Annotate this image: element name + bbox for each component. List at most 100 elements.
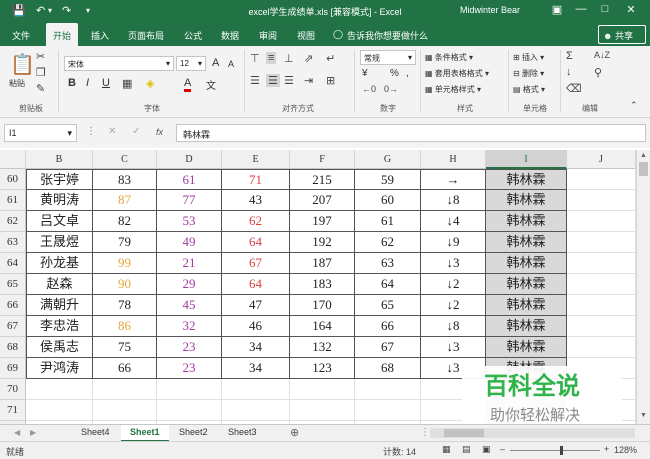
empty-cell[interactable]	[290, 379, 355, 400]
cell-f[interactable]: 132	[290, 337, 355, 358]
empty-cell[interactable]	[222, 379, 290, 400]
row-header[interactable]: 65	[0, 274, 26, 295]
align-top-icon[interactable]: ⊤	[250, 52, 260, 65]
cell-c[interactable]: 99	[93, 253, 157, 274]
horizontal-scrollbar-thumb[interactable]	[444, 429, 484, 437]
row-header[interactable]: 60	[0, 169, 26, 190]
cell-e[interactable]: 34	[222, 358, 290, 379]
find-icon[interactable]: ⚲	[594, 66, 602, 79]
cell-g[interactable]: 67	[355, 337, 421, 358]
column-header-i[interactable]: I	[486, 150, 567, 169]
cancel-icon[interactable]: ✕	[108, 126, 116, 137]
cell-h[interactable]: ↓8	[421, 190, 486, 211]
wrap-text-icon[interactable]: ↵	[326, 52, 335, 65]
select-all-corner[interactable]	[0, 150, 26, 169]
normal-view-icon[interactable]: ▦	[442, 444, 451, 455]
cell-c[interactable]: 79	[93, 232, 157, 253]
cell-e[interactable]: 64	[222, 274, 290, 295]
cell-i[interactable]: 韩林霖	[486, 337, 567, 358]
decrease-decimal-icon[interactable]: 0→	[384, 84, 398, 94]
cell-h[interactable]: ↓3	[421, 337, 486, 358]
maximize-icon[interactable]: □	[594, 3, 616, 15]
column-header-h[interactable]: H	[421, 150, 486, 169]
zoom-out-icon[interactable]: –	[500, 444, 505, 454]
cell-j[interactable]	[567, 316, 636, 337]
enter-icon[interactable]: ✓	[132, 126, 140, 137]
align-right-icon[interactable]: ☰	[284, 74, 294, 87]
collapse-ribbon-icon[interactable]: ⌃	[630, 100, 638, 111]
cell-f[interactable]: 164	[290, 316, 355, 337]
cell-c[interactable]: 87	[93, 190, 157, 211]
cell-f[interactable]: 215	[290, 169, 355, 190]
indent-icon[interactable]: ⇥	[304, 74, 313, 87]
insert-function-icon[interactable]: fx	[156, 127, 163, 137]
cell-e[interactable]: 64	[222, 232, 290, 253]
cell-d[interactable]: 61	[157, 169, 222, 190]
cell-c[interactable]: 83	[93, 169, 157, 190]
column-header-e[interactable]: E	[222, 150, 290, 169]
horizontal-scrollbar[interactable]	[430, 428, 635, 438]
cell-styles-button[interactable]: ▦ 单元格样式 ▾	[425, 84, 481, 95]
cell-e[interactable]: 46	[222, 316, 290, 337]
cell-d[interactable]: 77	[157, 190, 222, 211]
column-header-g[interactable]: G	[355, 150, 421, 169]
align-center-icon[interactable]: ☰	[266, 74, 280, 87]
delete-cells-button[interactable]: ⊟ 删除 ▾	[513, 68, 544, 79]
cell-j[interactable]	[567, 211, 636, 232]
page-layout-view-icon[interactable]: ▤	[462, 444, 471, 455]
cell-g[interactable]: 65	[355, 295, 421, 316]
cell-g[interactable]: 59	[355, 169, 421, 190]
empty-cell[interactable]	[290, 400, 355, 421]
empty-cell[interactable]	[222, 400, 290, 421]
percent-button[interactable]: %	[390, 68, 399, 79]
row-header[interactable]: 62	[0, 211, 26, 232]
sheet-tab-sheet1[interactable]: Sheet1	[121, 425, 169, 442]
tell-me-search[interactable]: 告诉我你想要做什么	[347, 29, 428, 42]
align-bottom-icon[interactable]: ⊥	[284, 52, 294, 65]
cell-b[interactable]: 尹鸿涛	[26, 358, 93, 379]
insert-cells-button[interactable]: ⊞ 插入 ▾	[513, 52, 544, 63]
scroll-down-icon[interactable]: ▼	[640, 412, 647, 419]
tab-page-layout[interactable]: 页面布局	[128, 29, 164, 42]
cell-i[interactable]: 韩林霖	[486, 274, 567, 295]
empty-cell[interactable]	[93, 400, 157, 421]
prev-sheet-icon[interactable]: ◀	[14, 428, 20, 437]
tab-insert[interactable]: 插入	[91, 29, 109, 42]
font-size-select[interactable]: 12 ▾	[176, 56, 206, 71]
number-format-select[interactable]: 常规 ▾	[360, 50, 416, 65]
empty-cell[interactable]	[26, 379, 93, 400]
name-box[interactable]: I1 ▾	[4, 124, 77, 142]
cell-h[interactable]: ↓4	[421, 211, 486, 232]
orientation-icon[interactable]: ⇗	[304, 52, 313, 65]
cell-f[interactable]: 207	[290, 190, 355, 211]
paste-button[interactable]: 粘贴	[9, 78, 25, 89]
phonetic-button[interactable]: 文	[206, 77, 216, 92]
cell-d[interactable]: 29	[157, 274, 222, 295]
format-painter-icon[interactable]: ✎	[36, 82, 45, 95]
sheet-tab-sheet4[interactable]: Sheet4	[72, 425, 119, 442]
column-header-b[interactable]: B	[26, 150, 93, 169]
underline-button[interactable]: U	[102, 77, 110, 89]
tab-review[interactable]: 审阅	[259, 29, 277, 42]
cell-c[interactable]: 90	[93, 274, 157, 295]
column-header-j[interactable]: J	[567, 150, 636, 169]
empty-cell[interactable]	[26, 400, 93, 421]
scrollbar-thumb[interactable]	[639, 162, 648, 176]
sort-filter-icon[interactable]: A↓Z	[594, 50, 610, 60]
user-name[interactable]: Midwinter Bear	[460, 5, 520, 15]
cell-e[interactable]: 43	[222, 190, 290, 211]
row-header[interactable]: 61	[0, 190, 26, 211]
empty-cell[interactable]	[157, 379, 222, 400]
cell-h[interactable]: →	[421, 169, 486, 190]
cell-e[interactable]: 71	[222, 169, 290, 190]
cell-g[interactable]: 68	[355, 358, 421, 379]
format-cells-button[interactable]: ▤ 格式 ▾	[513, 84, 545, 95]
cell-f[interactable]: 170	[290, 295, 355, 316]
merge-center-icon[interactable]: ⊞	[326, 74, 335, 87]
cell-g[interactable]: 66	[355, 316, 421, 337]
scroll-up-icon[interactable]: ▲	[640, 152, 647, 159]
row-header[interactable]: 64	[0, 253, 26, 274]
cut-icon[interactable]: ✂	[36, 50, 45, 63]
sheet-tab-sheet3[interactable]: Sheet3	[219, 425, 266, 442]
cell-j[interactable]	[567, 295, 636, 316]
